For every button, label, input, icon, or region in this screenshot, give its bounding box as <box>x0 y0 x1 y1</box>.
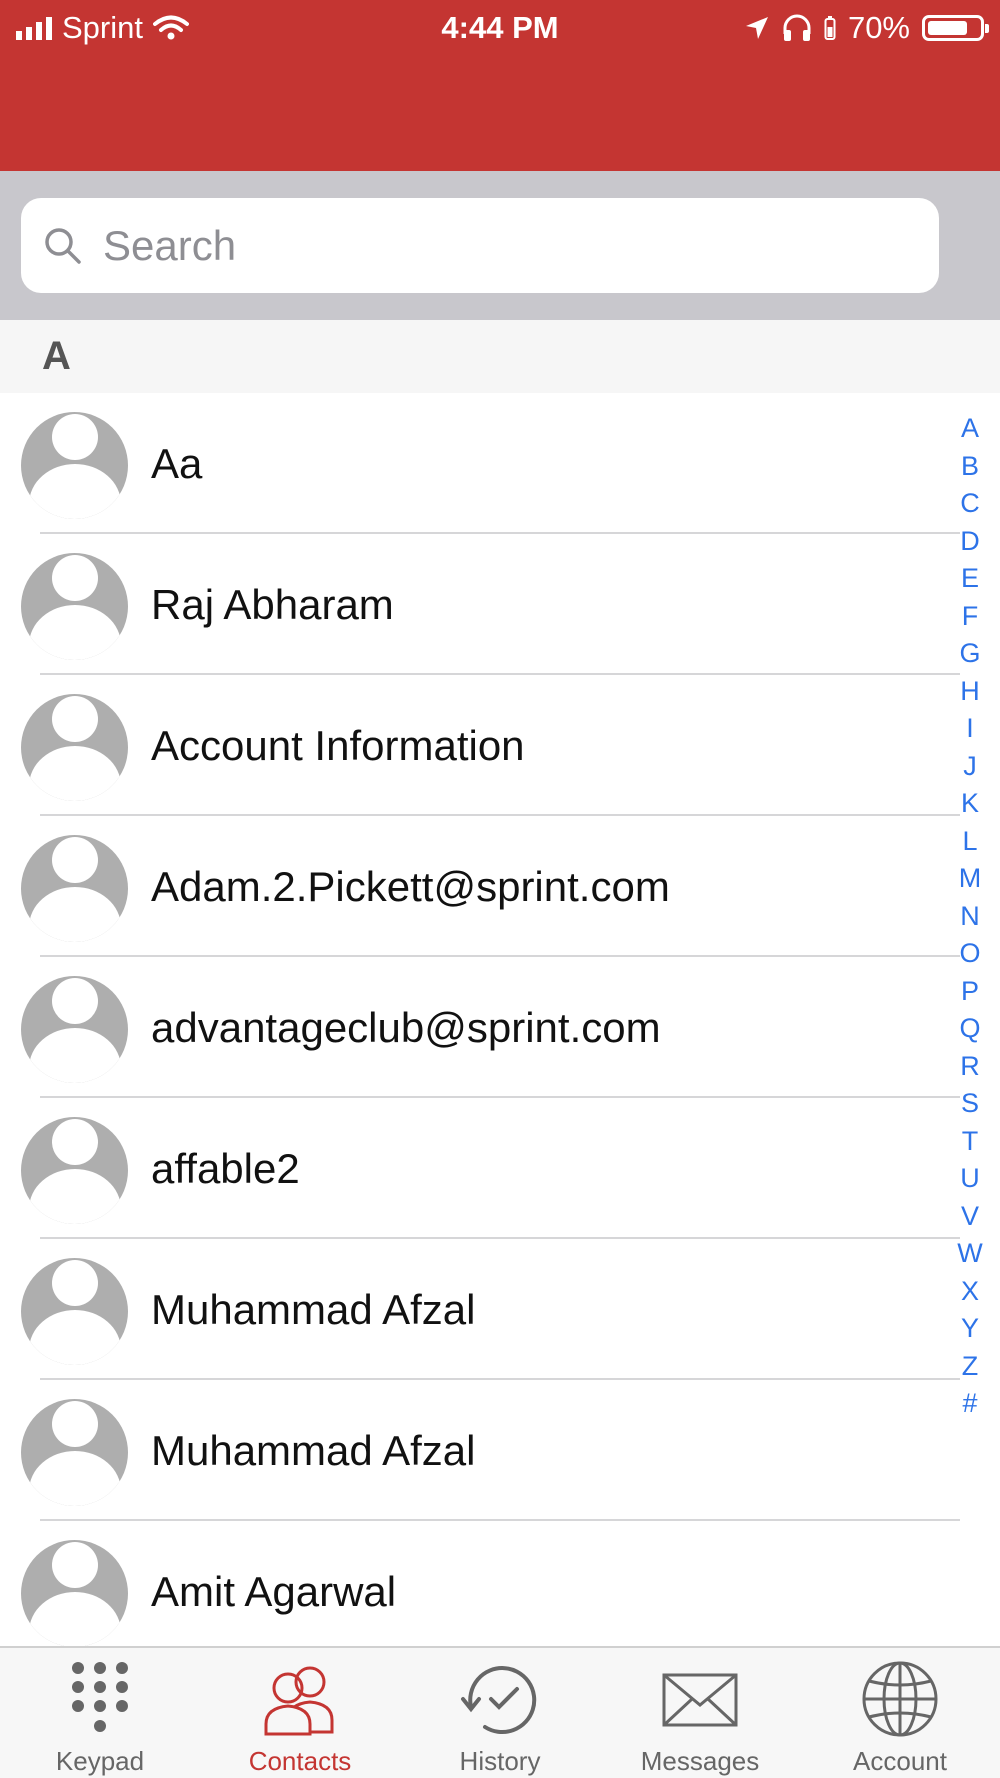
location-arrow-icon <box>745 17 768 39</box>
contact-row[interactable]: Adam.2.Pickett@sprint.com <box>0 816 1000 957</box>
index-letter[interactable]: D <box>960 523 980 561</box>
tab-account[interactable]: Account <box>800 1648 1000 1778</box>
index-letter[interactable]: K <box>961 785 979 823</box>
avatar-placeholder-icon <box>21 412 128 519</box>
account-globe-icon <box>860 1656 940 1742</box>
headphones-icon <box>783 14 811 41</box>
section-header: A <box>0 320 1000 393</box>
avatar-placeholder-icon <box>21 1258 128 1365</box>
avatar-placeholder-icon <box>21 1540 128 1646</box>
avatar-placeholder-icon <box>21 1399 128 1506</box>
messages-icon <box>660 1656 740 1742</box>
index-letter[interactable]: O <box>959 935 980 973</box>
contact-name: Adam.2.Pickett@sprint.com <box>151 863 670 910</box>
search-box[interactable] <box>21 198 939 293</box>
index-letter[interactable]: I <box>966 710 974 748</box>
avatar-placeholder-icon <box>21 835 128 942</box>
status-bar: Sprint 4:44 PM 70% <box>0 0 1000 56</box>
index-letter[interactable]: Y <box>961 1310 979 1348</box>
tab-label: Keypad <box>55 1746 145 1776</box>
tab-label: Contacts <box>248 1746 352 1776</box>
contact-name: advantageclub@sprint.com <box>151 1004 661 1051</box>
contact-name: affable2 <box>151 1145 300 1192</box>
index-letter[interactable]: P <box>961 973 979 1011</box>
index-letter[interactable]: T <box>962 1123 979 1161</box>
tab-messages[interactable]: Messages <box>600 1648 800 1778</box>
index-letter[interactable]: E <box>961 560 979 598</box>
battery-small-icon <box>824 16 836 40</box>
index-letter[interactable]: W <box>957 1235 982 1273</box>
index-letter[interactable]: N <box>960 898 980 936</box>
contact-row[interactable]: Muhammad Afzal <box>0 1239 1000 1380</box>
contact-name: Aa <box>151 440 203 487</box>
index-letter[interactable]: A <box>961 410 979 448</box>
index-letter[interactable]: S <box>961 1085 979 1123</box>
search-bar-area <box>0 171 1000 320</box>
contact-row[interactable]: affable2 <box>0 1098 1000 1239</box>
index-letter[interactable]: B <box>961 448 979 486</box>
contact-row[interactable]: Raj Abharam <box>0 534 1000 675</box>
index-letter[interactable]: H <box>960 673 980 711</box>
tab-bar: Keypad Contacts History Messages Account <box>0 1646 1000 1778</box>
battery-percent: 70% <box>847 10 910 45</box>
contact-name: Muhammad Afzal <box>151 1427 476 1474</box>
index-letter[interactable]: M <box>959 860 982 898</box>
contact-row[interactable]: advantageclub@sprint.com <box>0 957 1000 1098</box>
tab-label: Account <box>853 1746 947 1776</box>
contacts-icon <box>260 1656 340 1742</box>
contact-name: Muhammad Afzal <box>151 1286 476 1333</box>
contact-name: Raj Abharam <box>151 581 394 628</box>
tab-keypad[interactable]: Keypad <box>0 1648 200 1778</box>
index-letter[interactable]: G <box>959 635 980 673</box>
contact-name: Account Information <box>151 722 525 769</box>
tab-label: History <box>459 1746 541 1776</box>
app-header: Sprint 4:44 PM 70% <box>0 0 1000 171</box>
index-letter[interactable]: R <box>960 1048 980 1086</box>
index-letter[interactable]: C <box>960 485 980 523</box>
contact-name: Amit Agarwal <box>151 1568 397 1615</box>
index-letter[interactable]: F <box>962 598 979 636</box>
contact-row[interactable]: Aa <box>0 393 1000 534</box>
keypad-icon <box>70 1656 130 1742</box>
contact-row[interactable]: Muhammad Afzal <box>0 1380 1000 1521</box>
index-letter[interactable]: J <box>963 748 977 786</box>
contact-list[interactable]: Aa Raj Abharam Account Information Adam.… <box>0 393 1000 1646</box>
index-letter[interactable]: Z <box>962 1348 979 1386</box>
avatar-placeholder-icon <box>21 976 128 1083</box>
contact-row[interactable]: Account Information <box>0 675 1000 816</box>
search-input[interactable] <box>101 220 905 271</box>
index-letter[interactable]: X <box>961 1273 979 1311</box>
avatar-placeholder-icon <box>21 1117 128 1224</box>
index-letter[interactable]: V <box>961 1198 979 1236</box>
avatar-placeholder-icon <box>21 694 128 801</box>
tab-contacts[interactable]: Contacts <box>200 1648 400 1778</box>
search-icon <box>45 227 81 264</box>
alphabet-index[interactable]: A B C D E F G H I J K L M N O P Q R S T … <box>950 410 990 1423</box>
tab-history[interactable]: History <box>400 1648 600 1778</box>
status-right: 70% <box>744 10 989 46</box>
index-letter[interactable]: Q <box>959 1010 980 1048</box>
battery-icon <box>922 15 989 41</box>
index-letter[interactable]: L <box>962 823 977 861</box>
tab-label: Messages <box>640 1746 760 1776</box>
index-letter[interactable]: # <box>962 1385 977 1423</box>
contact-row[interactable]: Amit Agarwal <box>0 1521 1000 1646</box>
index-letter[interactable]: U <box>960 1160 980 1198</box>
avatar-placeholder-icon <box>21 553 128 660</box>
history-icon <box>457 1656 543 1742</box>
